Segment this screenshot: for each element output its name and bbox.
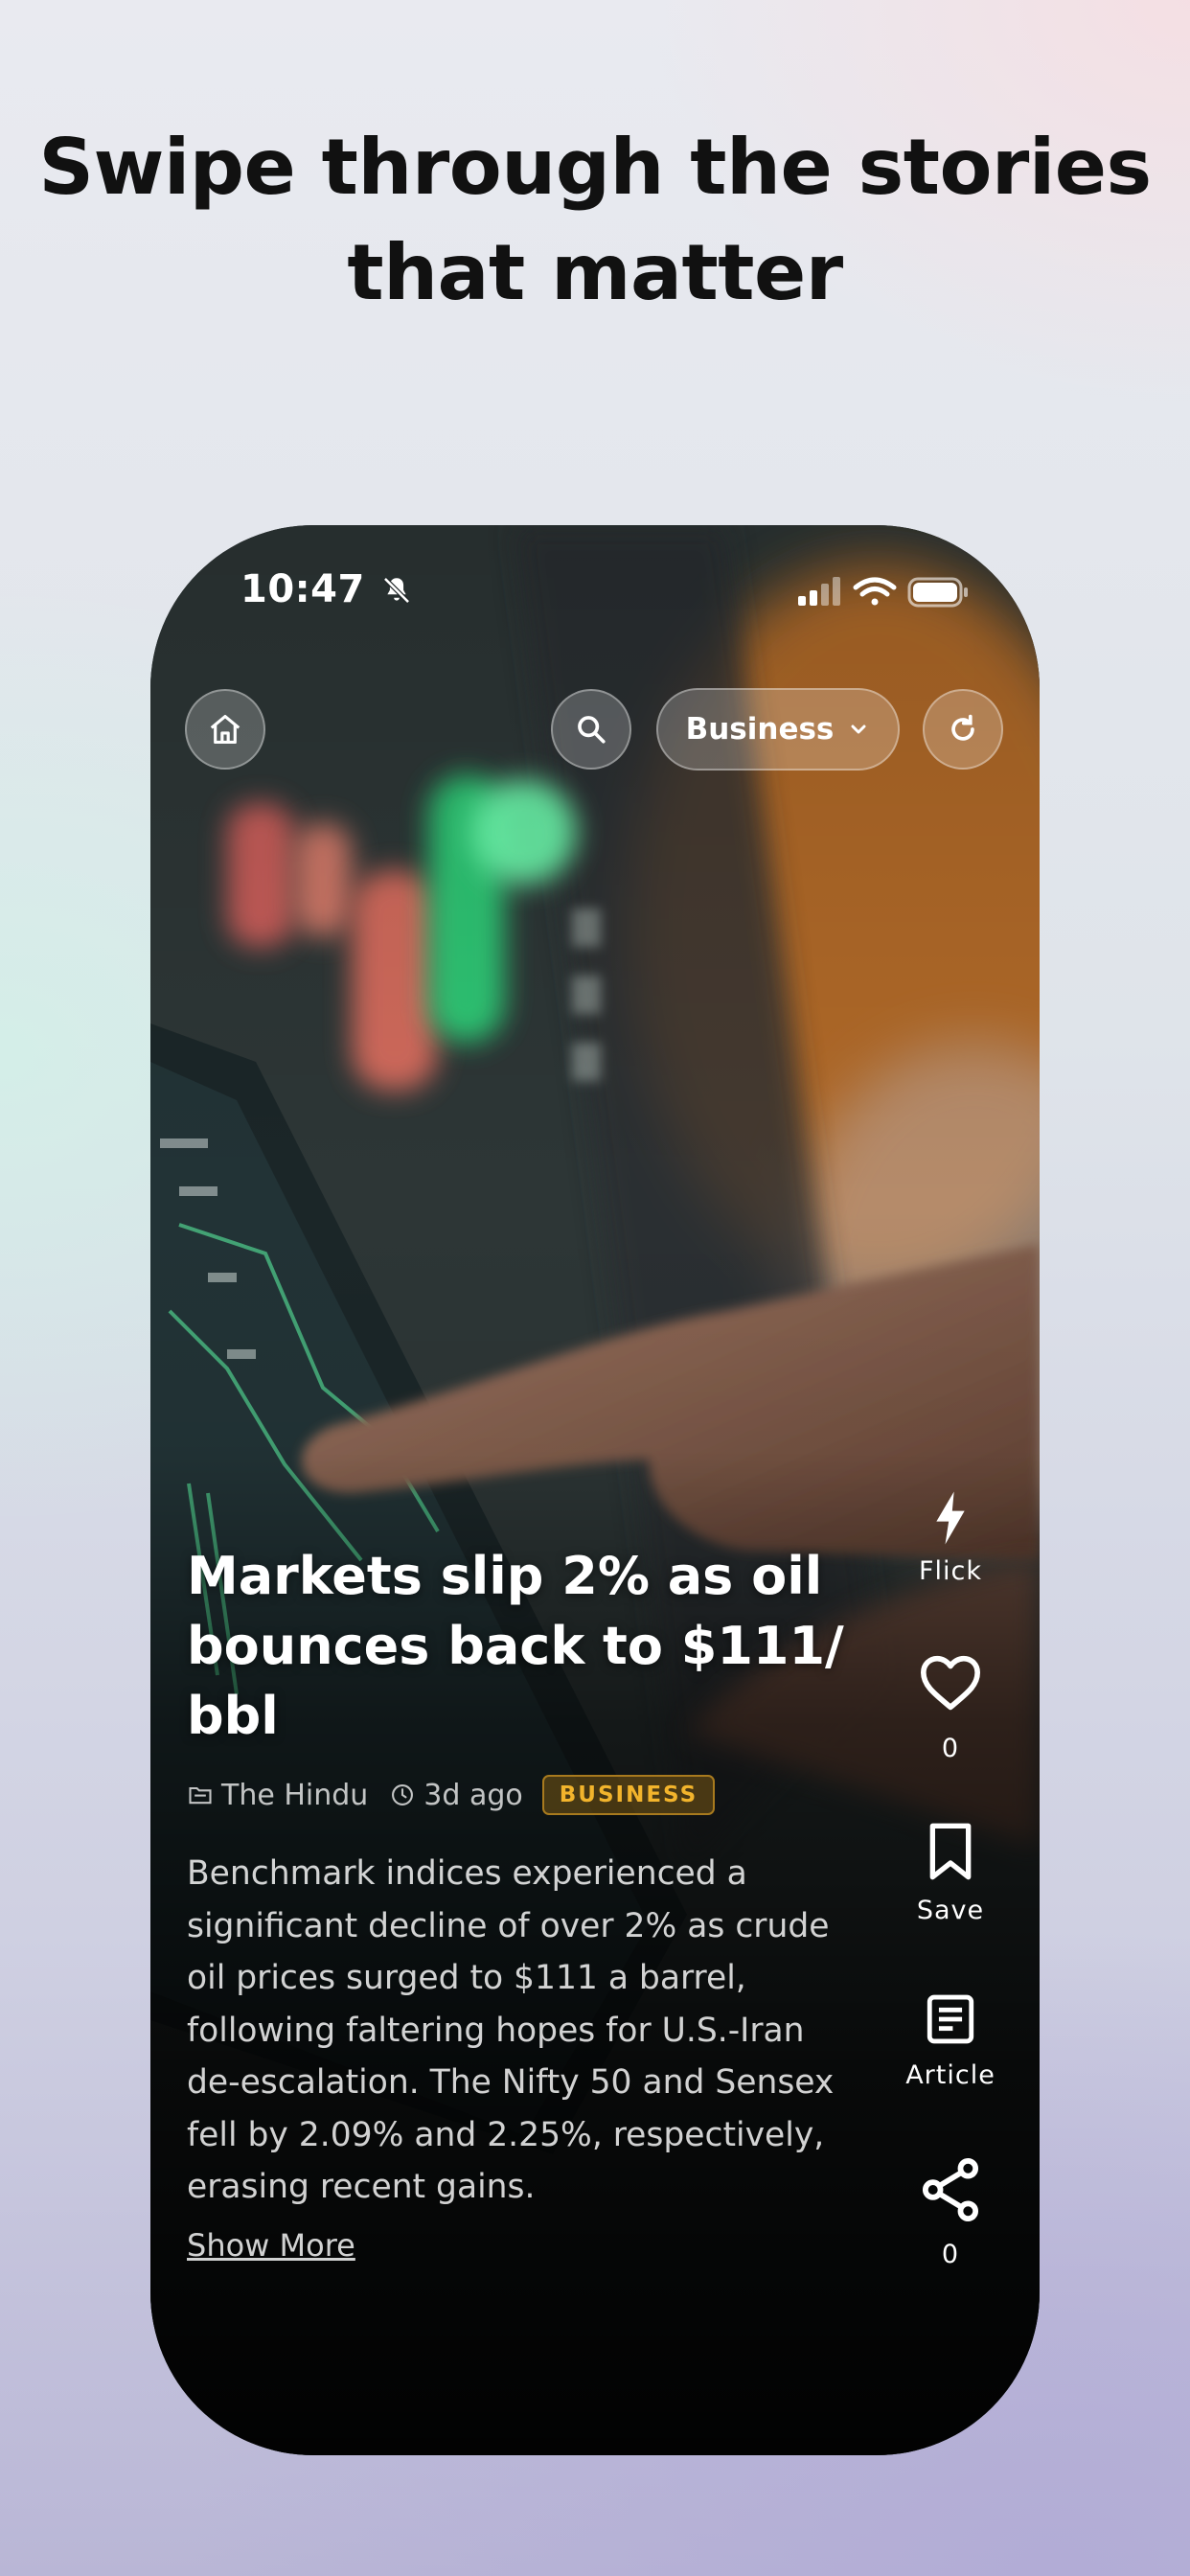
article-source: The Hindu — [187, 1779, 368, 1812]
clock-icon — [392, 1784, 414, 1806]
cellular-signal-icon — [798, 577, 840, 606]
refresh-icon — [951, 714, 974, 741]
heart-icon — [920, 1655, 980, 1711]
article-time: 3d ago — [389, 1778, 523, 1812]
show-more-link[interactable]: Show More — [187, 2227, 355, 2264]
category-dropdown[interactable]: Business — [656, 688, 900, 770]
like-count: 0 — [941, 1734, 960, 1763]
headline-line-1: Swipe through the stories — [38, 123, 1152, 212]
article-title[interactable]: Markets slip 2% as oil bounces back to $… — [187, 1541, 877, 1751]
like-button[interactable]: 0 — [888, 1653, 1013, 1763]
home-button[interactable] — [185, 689, 265, 770]
home-icon — [210, 714, 240, 745]
status-bar: 10:47 — [150, 525, 1040, 650]
flick-label: Flick — [918, 1556, 982, 1586]
category-badge: BUSINESS — [541, 1775, 716, 1815]
article-label: Article — [905, 2060, 995, 2090]
folder-icon — [189, 1786, 212, 1805]
search-button[interactable] — [551, 689, 631, 770]
headline-line-2: that matter — [347, 228, 843, 317]
article-button[interactable]: Article — [888, 1991, 1013, 2090]
status-time: 10:47 — [240, 567, 413, 611]
share-icon — [922, 2158, 979, 2221]
refresh-button[interactable] — [923, 689, 1003, 770]
screenshot-headline: Swipe through the stories that matter — [0, 115, 1190, 326]
article-meta: The Hindu 3d ago BUSINESS — [187, 1773, 716, 1817]
phone-frame: 10:47 Business Markets slip 2% as oil bo… — [150, 525, 1040, 2455]
search-icon — [578, 716, 606, 744]
article-time-ago: 3d ago — [423, 1778, 523, 1812]
chevron-down-icon — [851, 724, 866, 734]
lightning-icon — [936, 1491, 965, 1545]
bell-slash-icon — [383, 577, 411, 604]
share-count: 0 — [941, 2240, 960, 2269]
save-button[interactable]: Save — [888, 1821, 1013, 1925]
bookmark-icon — [929, 1823, 972, 1880]
status-icons — [798, 575, 971, 613]
article-description: Benchmark indices experienced a signific… — [187, 1854, 835, 2206]
document-icon — [927, 1994, 974, 2044]
wifi-icon — [853, 577, 897, 606]
flick-button[interactable]: Flick — [888, 1489, 1013, 1586]
save-label: Save — [916, 1896, 985, 1925]
battery-icon — [907, 577, 968, 608]
share-button[interactable]: 0 — [888, 2157, 1013, 2269]
category-dropdown-label: Business — [685, 712, 835, 747]
article-source-name: The Hindu — [221, 1778, 369, 1812]
